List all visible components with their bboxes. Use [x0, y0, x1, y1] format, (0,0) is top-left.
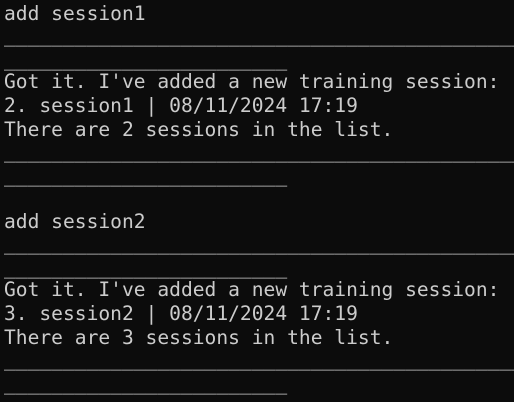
output-session-entry: 3. session2 | 08/11/2024 17:19 — [4, 302, 358, 325]
output-confirmation: Got it. I've added a new training sessio… — [4, 70, 500, 93]
separator-line: ________________________________________… — [4, 232, 514, 255]
output-confirmation: Got it. I've added a new training sessio… — [4, 278, 500, 301]
terminal-window[interactable]: add session1 ___________________________… — [0, 0, 514, 402]
command-line-add-session2: add session2 — [4, 210, 146, 233]
separator-line: ________________________ — [4, 372, 288, 395]
command-line-add-session1: add session1 — [4, 2, 146, 25]
separator-line: ________________________________________… — [4, 348, 514, 371]
output-session-count: There are 3 sessions in the list. — [4, 326, 394, 349]
output-session-entry: 2. session1 | 08/11/2024 17:19 — [4, 94, 358, 117]
output-session-count: There are 2 sessions in the list. — [4, 118, 394, 141]
separator-line: ________________________ — [4, 256, 288, 279]
separator-line: ________________________________________… — [4, 140, 514, 163]
separator-line: ________________________ — [4, 48, 288, 71]
separator-line: ________________________________________… — [4, 24, 514, 47]
separator-line: ________________________ — [4, 164, 288, 187]
